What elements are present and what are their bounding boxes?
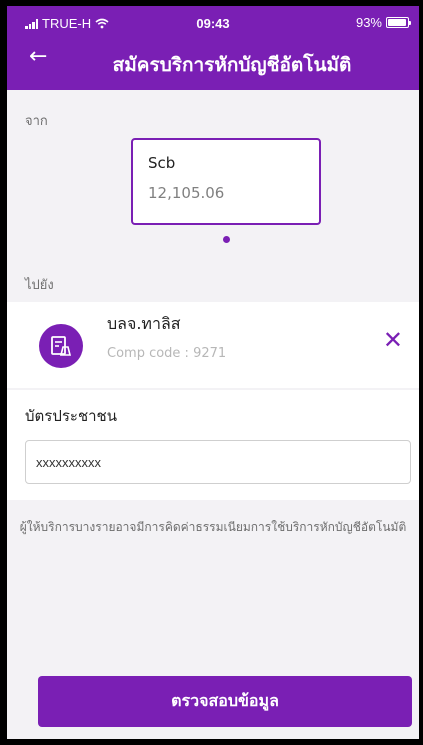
to-label: ไปยัง bbox=[25, 278, 54, 293]
close-icon[interactable]: ✕ bbox=[383, 328, 403, 352]
battery-status: 93% bbox=[355, 15, 411, 30]
biller-panel: บลจ.ทาลิส Comp code : 9271 ✕ bbox=[7, 302, 419, 388]
navigation-bar: ← สมัครบริการหักบัญชีอัตโนมัติ bbox=[7, 38, 419, 90]
fee-note: ผู้ให้บริการบางรายอาจมีการคิดค่าธรรมเนีย… bbox=[19, 520, 407, 534]
from-label: จาก bbox=[25, 114, 48, 129]
biller-comp-code: Comp code : 9271 bbox=[107, 346, 227, 361]
citizen-id-input[interactable] bbox=[25, 440, 411, 484]
bill-receipt-icon bbox=[39, 324, 83, 368]
citizen-id-panel: บัตรประชาชน bbox=[7, 390, 419, 500]
battery-percent: 93% bbox=[355, 15, 382, 30]
source-account-card[interactable]: Scb 12,105.06 bbox=[131, 138, 321, 225]
form-body: จาก Scb 12,105.06 ไปยัง บลจ.ทาลิส Comp c… bbox=[7, 90, 419, 739]
account-balance: 12,105.06 bbox=[148, 184, 225, 202]
verify-button[interactable]: ตรวจสอบข้อมูล bbox=[38, 676, 412, 727]
page-title: สมัครบริการหักบัญชีอัตโนมัติ bbox=[112, 54, 352, 76]
status-bar: TRUE-H 09:43 93% bbox=[7, 6, 419, 38]
carousel-page-dot bbox=[223, 236, 230, 243]
battery-fill bbox=[388, 19, 406, 26]
arrow-left-icon[interactable]: ← bbox=[29, 46, 47, 68]
header-bar: TRUE-H 09:43 93% ← สมัครบริการหักบัญชีอั… bbox=[7, 6, 419, 90]
app-screen: TRUE-H 09:43 93% ← สมัครบริการหักบัญชีอั… bbox=[7, 6, 419, 739]
battery-icon bbox=[386, 17, 411, 28]
citizen-id-label: บัตรประชาชน bbox=[25, 407, 117, 425]
biller-name: บลจ.ทาลิส bbox=[107, 314, 181, 333]
account-name: Scb bbox=[148, 154, 176, 172]
